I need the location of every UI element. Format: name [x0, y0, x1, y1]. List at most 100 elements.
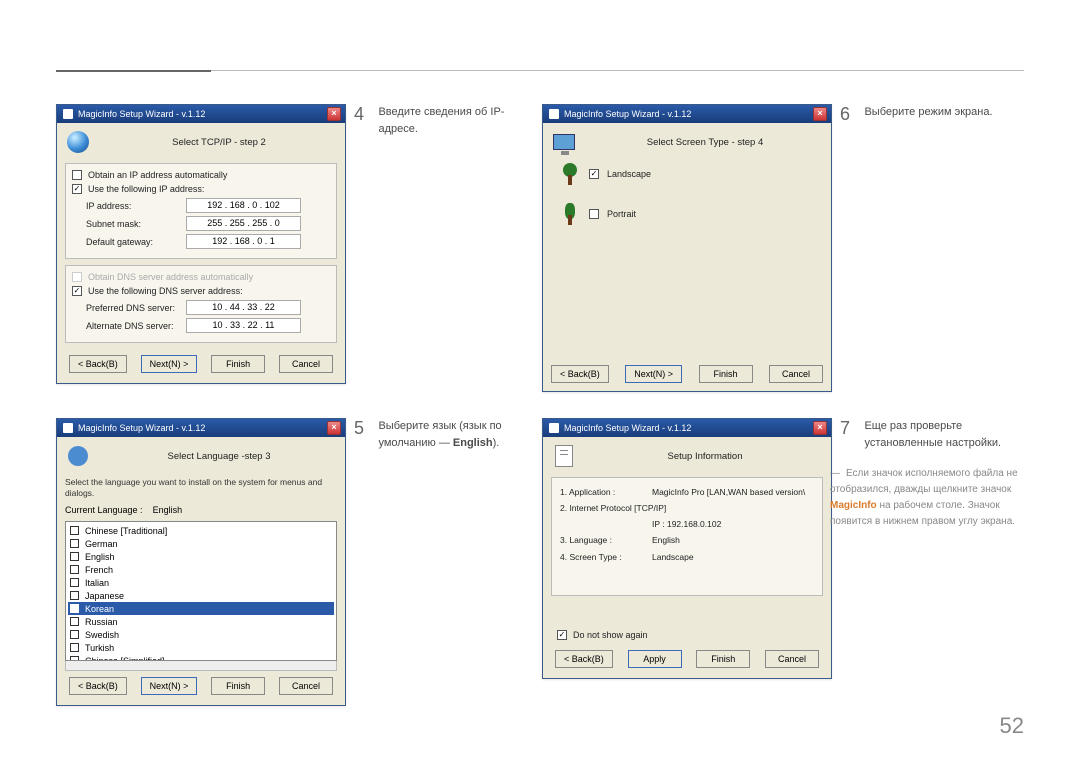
input-gateway[interactable]: 192 . 168 . 0 . 1 — [186, 234, 301, 249]
finish-button[interactable]: Finish — [696, 650, 750, 668]
label-dns-use: Use the following DNS server address: — [88, 286, 243, 296]
next-button[interactable]: Next(N) > — [141, 677, 198, 695]
label-obtain-auto: Obtain an IP address automatically — [88, 170, 227, 180]
language-list[interactable]: Chinese [Traditional] GermanEnglish French… — [65, 521, 337, 661]
step4-text: Введите сведения об IP-адресе. — [378, 104, 533, 138]
checkbox-obtain-auto[interactable] — [72, 170, 82, 180]
window-title: MagicInfo Setup Wizard - v.1.12 — [564, 423, 813, 433]
app-icon — [63, 423, 73, 433]
label-landscape: Landscape — [607, 169, 651, 179]
app-icon — [63, 109, 73, 119]
input-pref-dns[interactable]: 10 . 44 . 33 . 22 — [186, 300, 301, 315]
language-item[interactable]: Chinese [Simplified] — [68, 654, 334, 661]
current-language-label: Current Language : — [65, 505, 143, 515]
window-title: MagicInfo Setup Wizard - v.1.12 — [564, 109, 813, 119]
current-language-value: English — [153, 505, 183, 515]
titlebar: MagicInfo Setup Wizard - v.1.12 × — [543, 419, 831, 437]
step-header: Select Language -step 3 — [101, 451, 337, 462]
checkbox-icon — [70, 617, 79, 626]
input-subnet[interactable]: 255 . 255 . 255 . 0 — [186, 216, 301, 231]
back-button[interactable]: < Back(B) — [551, 365, 609, 383]
cancel-button[interactable]: Cancel — [279, 355, 333, 373]
checkbox-icon — [70, 630, 79, 639]
language-label: Turkish — [85, 643, 114, 653]
language-label: Russian — [85, 617, 118, 627]
language-label: Swedish — [85, 630, 119, 640]
language-item[interactable]: Italian — [68, 576, 334, 589]
checkbox-icon — [70, 526, 79, 535]
close-icon[interactable]: × — [813, 421, 827, 435]
next-button[interactable]: Next(N) > — [141, 355, 198, 373]
checkbox-icon — [70, 552, 79, 561]
checkbox-icon — [70, 565, 79, 574]
language-item[interactable]: Swedish — [68, 628, 334, 641]
checkbox-icon — [70, 604, 79, 613]
close-icon[interactable]: × — [327, 421, 341, 435]
checkbox-icon — [70, 578, 79, 587]
cancel-button[interactable]: Cancel — [279, 677, 333, 695]
language-help-text: Select the language you want to install … — [65, 477, 337, 499]
cancel-button[interactable]: Cancel — [769, 365, 823, 383]
language-label: Italian — [85, 578, 109, 588]
horizontal-scrollbar[interactable] — [65, 661, 337, 671]
checkbox-do-not-show[interactable] — [557, 630, 567, 640]
tree-landscape-icon — [559, 163, 581, 185]
step-header: Select TCP/IP - step 2 — [101, 137, 337, 148]
checkbox-dns-auto — [72, 272, 82, 282]
step4-number: 4 — [354, 104, 364, 125]
step6-text: Выберите режим экрана. — [864, 104, 992, 121]
titlebar: MagicInfo Setup Wizard - v.1.12 × — [57, 105, 345, 123]
apply-button[interactable]: Apply — [628, 650, 682, 668]
finish-button[interactable]: Finish — [211, 355, 265, 373]
label-portrait: Portrait — [607, 209, 636, 219]
step7-note: ―Если значок исполняемого файла не отобр… — [830, 466, 1030, 530]
app-icon — [549, 109, 559, 119]
checkbox-use-following-ip[interactable] — [72, 184, 82, 194]
language-item[interactable]: Turkish — [68, 641, 334, 654]
close-icon[interactable]: × — [813, 107, 827, 121]
titlebar: MagicInfo Setup Wizard - v.1.12 × — [57, 419, 345, 437]
window-title: MagicInfo Setup Wizard - v.1.12 — [78, 109, 327, 119]
app-icon — [549, 423, 559, 433]
step5-number: 5 — [354, 418, 364, 439]
cancel-button[interactable]: Cancel — [765, 650, 819, 668]
step7-number: 7 — [840, 418, 850, 439]
document-icon — [551, 443, 577, 469]
checkbox-icon — [70, 643, 79, 652]
ie-icon — [65, 443, 91, 469]
language-item[interactable]: Chinese [Traditional] — [68, 524, 334, 537]
language-item[interactable]: Korean — [68, 602, 334, 615]
wizard-language: MagicInfo Setup Wizard - v.1.12 × Select… — [56, 418, 346, 706]
back-button[interactable]: < Back(B) — [69, 677, 127, 695]
checkbox-dns-use[interactable] — [72, 286, 82, 296]
label-gateway: Default gateway: — [86, 237, 186, 247]
label-pref-dns: Preferred DNS server: — [86, 303, 186, 313]
window-title: MagicInfo Setup Wizard - v.1.12 — [78, 423, 327, 433]
next-button[interactable]: Next(N) > — [625, 365, 682, 383]
language-item[interactable]: German — [68, 537, 334, 550]
checkbox-landscape[interactable] — [589, 169, 599, 179]
checkbox-portrait[interactable] — [589, 209, 599, 219]
back-button[interactable]: < Back(B) — [69, 355, 127, 373]
language-label: French — [85, 565, 113, 575]
step6-number: 6 — [840, 104, 850, 125]
back-button[interactable]: < Back(B) — [555, 650, 613, 668]
monitor-icon — [551, 129, 577, 155]
label-use-following-ip: Use the following IP address: — [88, 184, 204, 194]
page-number: 52 — [1000, 713, 1024, 739]
input-alt-dns[interactable]: 10 . 33 . 22 . 11 — [186, 318, 301, 333]
wizard-screentype: MagicInfo Setup Wizard - v.1.12 × Select… — [542, 104, 832, 392]
step-header: Select Screen Type - step 4 — [587, 137, 823, 148]
label-dns-auto: Obtain DNS server address automatically — [88, 272, 253, 282]
finish-button[interactable]: Finish — [211, 677, 265, 695]
close-icon[interactable]: × — [327, 107, 341, 121]
language-label: German — [85, 539, 118, 549]
finish-button[interactable]: Finish — [699, 365, 753, 383]
language-item[interactable]: English — [68, 550, 334, 563]
language-item[interactable]: Russian — [68, 615, 334, 628]
language-item[interactable]: Japanese — [68, 589, 334, 602]
language-item[interactable]: French — [68, 563, 334, 576]
input-ip-address[interactable]: 192 . 168 . 0 . 102 — [186, 198, 301, 213]
setup-info: 1. Application :MagicInfo Pro [LAN,WAN b… — [552, 478, 822, 595]
label-alt-dns: Alternate DNS server: — [86, 321, 186, 331]
